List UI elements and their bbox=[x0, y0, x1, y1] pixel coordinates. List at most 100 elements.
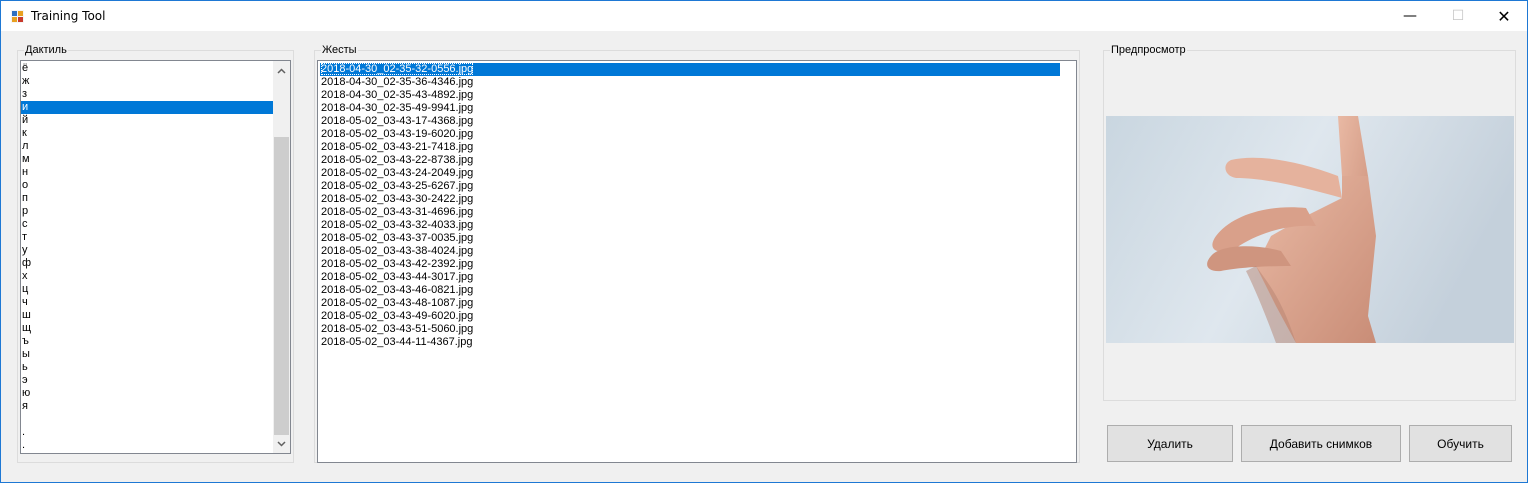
gesture-file-item[interactable]: 2018-05-02_03-43-30-2422.jpg bbox=[320, 193, 1060, 206]
dactyl-list-item[interactable]: х bbox=[21, 270, 274, 283]
dactyl-list-item[interactable]: ъ bbox=[21, 335, 274, 348]
title-bar[interactable]: Training Tool — ☐ ✕ bbox=[1, 1, 1527, 31]
gesture-file-item[interactable]: 2018-05-02_03-43-37-0035.jpg bbox=[320, 232, 1060, 245]
chevron-up-icon bbox=[277, 67, 286, 74]
close-icon: ✕ bbox=[1497, 6, 1511, 26]
dactyl-list-item[interactable]: р bbox=[21, 205, 274, 218]
dactyl-list-item[interactable]: з bbox=[21, 88, 274, 101]
gesture-file-item[interactable]: 2018-05-02_03-43-31-4696.jpg bbox=[320, 206, 1060, 219]
gesture-file-item[interactable]: 2018-05-02_03-43-46-0821.jpg bbox=[320, 284, 1060, 297]
gesture-file-name: 2018-04-30_02-35-36-4346.jpg bbox=[321, 76, 474, 88]
dactyl-list-item[interactable]: ш bbox=[21, 309, 274, 322]
gesture-file-name: 2018-04-30_02-35-43-4892.jpg bbox=[321, 89, 474, 101]
dactyl-list-item[interactable]: й bbox=[21, 114, 274, 127]
gesture-file-name: 2018-05-02_03-43-32-4033.jpg bbox=[321, 219, 474, 231]
dactyl-list-item[interactable]: . bbox=[21, 439, 274, 452]
gesture-file-name: 2018-05-02_03-43-24-2049.jpg bbox=[321, 167, 474, 179]
gesture-file-item[interactable]: 2018-05-02_03-43-17-4368.jpg bbox=[320, 115, 1060, 128]
delete-button-label: Удалить bbox=[1147, 436, 1193, 451]
dactyl-list-item[interactable]: у bbox=[21, 244, 274, 257]
dactyl-list-item[interactable]: ё bbox=[21, 62, 274, 75]
dactyl-list-item[interactable]: л bbox=[21, 140, 274, 153]
dactyl-scrollbar[interactable] bbox=[273, 61, 290, 453]
gesture-file-name: 2018-05-02_03-43-37-0035.jpg bbox=[321, 232, 474, 244]
gesture-file-item[interactable]: 2018-04-30_02-35-32-0556.jpg bbox=[320, 63, 1060, 76]
dactyl-list-item[interactable]: ы bbox=[21, 348, 274, 361]
gesture-file-item[interactable]: 2018-04-30_02-35-43-4892.jpg bbox=[320, 89, 1060, 102]
gesture-file-item[interactable]: 2018-05-02_03-43-32-4033.jpg bbox=[320, 219, 1060, 232]
gesture-file-item[interactable]: 2018-05-02_03-43-49-6020.jpg bbox=[320, 310, 1060, 323]
dactyl-listbox[interactable]: ёжзийклмнопрстуфхцчшщъыьэюя.. bbox=[20, 60, 291, 454]
dactyl-list-item[interactable]: о bbox=[21, 179, 274, 192]
dactyl-list-item[interactable]: щ bbox=[21, 322, 274, 335]
add-images-button[interactable]: Добавить снимков bbox=[1241, 425, 1401, 462]
gesture-file-item[interactable]: 2018-05-02_03-43-22-8738.jpg bbox=[320, 154, 1060, 167]
gesture-file-item[interactable]: 2018-05-02_03-44-11-4367.jpg bbox=[320, 336, 1060, 349]
dactyl-list-item[interactable]: ц bbox=[21, 283, 274, 296]
main-window: Training Tool — ☐ ✕ Дактиль ёжзийклмнопр… bbox=[0, 0, 1528, 483]
gesture-file-name: 2018-05-02_03-43-48-1087.jpg bbox=[321, 297, 474, 309]
app-icon bbox=[11, 10, 24, 23]
gesture-file-item[interactable]: 2018-05-02_03-43-44-3017.jpg bbox=[320, 271, 1060, 284]
close-button[interactable]: ✕ bbox=[1481, 1, 1527, 31]
gesture-file-item[interactable]: 2018-05-02_03-43-25-6267.jpg bbox=[320, 180, 1060, 193]
gesture-file-item[interactable]: 2018-05-02_03-43-51-5060.jpg bbox=[320, 323, 1060, 336]
preview-group-label: Предпросмотр bbox=[1110, 44, 1187, 56]
dactyl-list-item[interactable]: м bbox=[21, 153, 274, 166]
dactyl-list-item[interactable]: . bbox=[21, 426, 274, 439]
gesture-file-item[interactable]: 2018-04-30_02-35-49-9941.jpg bbox=[320, 102, 1060, 115]
gesture-file-name: 2018-05-02_03-43-25-6267.jpg bbox=[321, 180, 474, 192]
gesture-file-item[interactable]: 2018-05-02_03-43-42-2392.jpg bbox=[320, 258, 1060, 271]
gesture-file-item[interactable]: 2018-05-02_03-43-19-6020.jpg bbox=[320, 128, 1060, 141]
gesture-file-item[interactable]: 2018-05-02_03-43-21-7418.jpg bbox=[320, 141, 1060, 154]
dactyl-list-item[interactable]: ь bbox=[21, 361, 274, 374]
chevron-down-icon bbox=[277, 440, 286, 447]
minimize-icon: — bbox=[1403, 8, 1417, 24]
gestures-listbox[interactable]: 2018-04-30_02-35-32-0556.jpg 2018-04-30_0… bbox=[317, 60, 1077, 463]
gesture-file-name: 2018-05-02_03-43-44-3017.jpg bbox=[321, 271, 474, 283]
dactyl-list-item[interactable]: т bbox=[21, 231, 274, 244]
window-title: Training Tool bbox=[31, 9, 106, 23]
dactyl-list-item[interactable]: ж bbox=[21, 75, 274, 88]
scroll-down-button[interactable] bbox=[273, 435, 290, 452]
preview-image bbox=[1106, 116, 1514, 343]
gestures-group-label: Жесты bbox=[321, 44, 358, 56]
gesture-file-name: 2018-05-02_03-43-22-8738.jpg bbox=[321, 154, 474, 166]
train-button[interactable]: Обучить bbox=[1409, 425, 1512, 462]
maximize-icon: ☐ bbox=[1451, 8, 1465, 24]
gesture-file-name: 2018-04-30_02-35-32-0556.jpg bbox=[321, 63, 474, 75]
dactyl-list-item[interactable] bbox=[21, 413, 274, 426]
dactyl-list-item[interactable]: п bbox=[21, 192, 274, 205]
gesture-file-name: 2018-05-02_03-43-38-4024.jpg bbox=[321, 245, 474, 257]
add-images-button-label: Добавить снимков bbox=[1269, 436, 1373, 451]
train-button-label: Обучить bbox=[1437, 436, 1484, 451]
dactyl-list-item[interactable]: ч bbox=[21, 296, 274, 309]
gesture-file-name: 2018-05-02_03-43-21-7418.jpg bbox=[321, 141, 474, 153]
delete-button[interactable]: Удалить bbox=[1107, 425, 1233, 462]
maximize-button[interactable]: ☐ bbox=[1435, 1, 1481, 31]
dactyl-list-item[interactable]: ю bbox=[21, 387, 274, 400]
gesture-file-name: 2018-05-02_03-43-42-2392.jpg bbox=[321, 258, 474, 270]
minimize-button[interactable]: — bbox=[1387, 1, 1433, 31]
gesture-file-name: 2018-05-02_03-44-11-4367.jpg bbox=[321, 336, 473, 348]
gesture-file-name: 2018-04-30_02-35-49-9941.jpg bbox=[321, 102, 474, 114]
gesture-file-item[interactable]: 2018-05-02_03-43-24-2049.jpg bbox=[320, 167, 1060, 180]
dactyl-list-item[interactable]: к bbox=[21, 127, 274, 140]
dactyl-list-item[interactable]: с bbox=[21, 218, 274, 231]
gesture-file-item[interactable]: 2018-04-30_02-35-36-4346.jpg bbox=[320, 76, 1060, 89]
gesture-file-item[interactable]: 2018-05-02_03-43-48-1087.jpg bbox=[320, 297, 1060, 310]
gesture-file-name: 2018-05-02_03-43-31-4696.jpg bbox=[321, 206, 474, 218]
scroll-thumb[interactable] bbox=[274, 137, 289, 435]
dactyl-list-item[interactable]: я bbox=[21, 400, 274, 413]
gesture-file-name: 2018-05-02_03-43-19-6020.jpg bbox=[321, 128, 474, 140]
dactyl-list-item[interactable]: э bbox=[21, 374, 274, 387]
gesture-file-name: 2018-05-02_03-43-17-4368.jpg bbox=[321, 115, 474, 127]
dactyl-list-item[interactable]: н bbox=[21, 166, 274, 179]
gesture-file-item[interactable]: 2018-05-02_03-43-38-4024.jpg bbox=[320, 245, 1060, 258]
gesture-file-name: 2018-05-02_03-43-51-5060.jpg bbox=[321, 323, 474, 335]
dactyl-list-item[interactable]: ф bbox=[21, 257, 274, 270]
dactyl-list-item[interactable]: и bbox=[21, 101, 274, 114]
gesture-file-name: 2018-05-02_03-43-30-2422.jpg bbox=[321, 193, 474, 205]
scroll-up-button[interactable] bbox=[273, 62, 290, 79]
dactyl-group-label: Дактиль bbox=[24, 44, 68, 56]
